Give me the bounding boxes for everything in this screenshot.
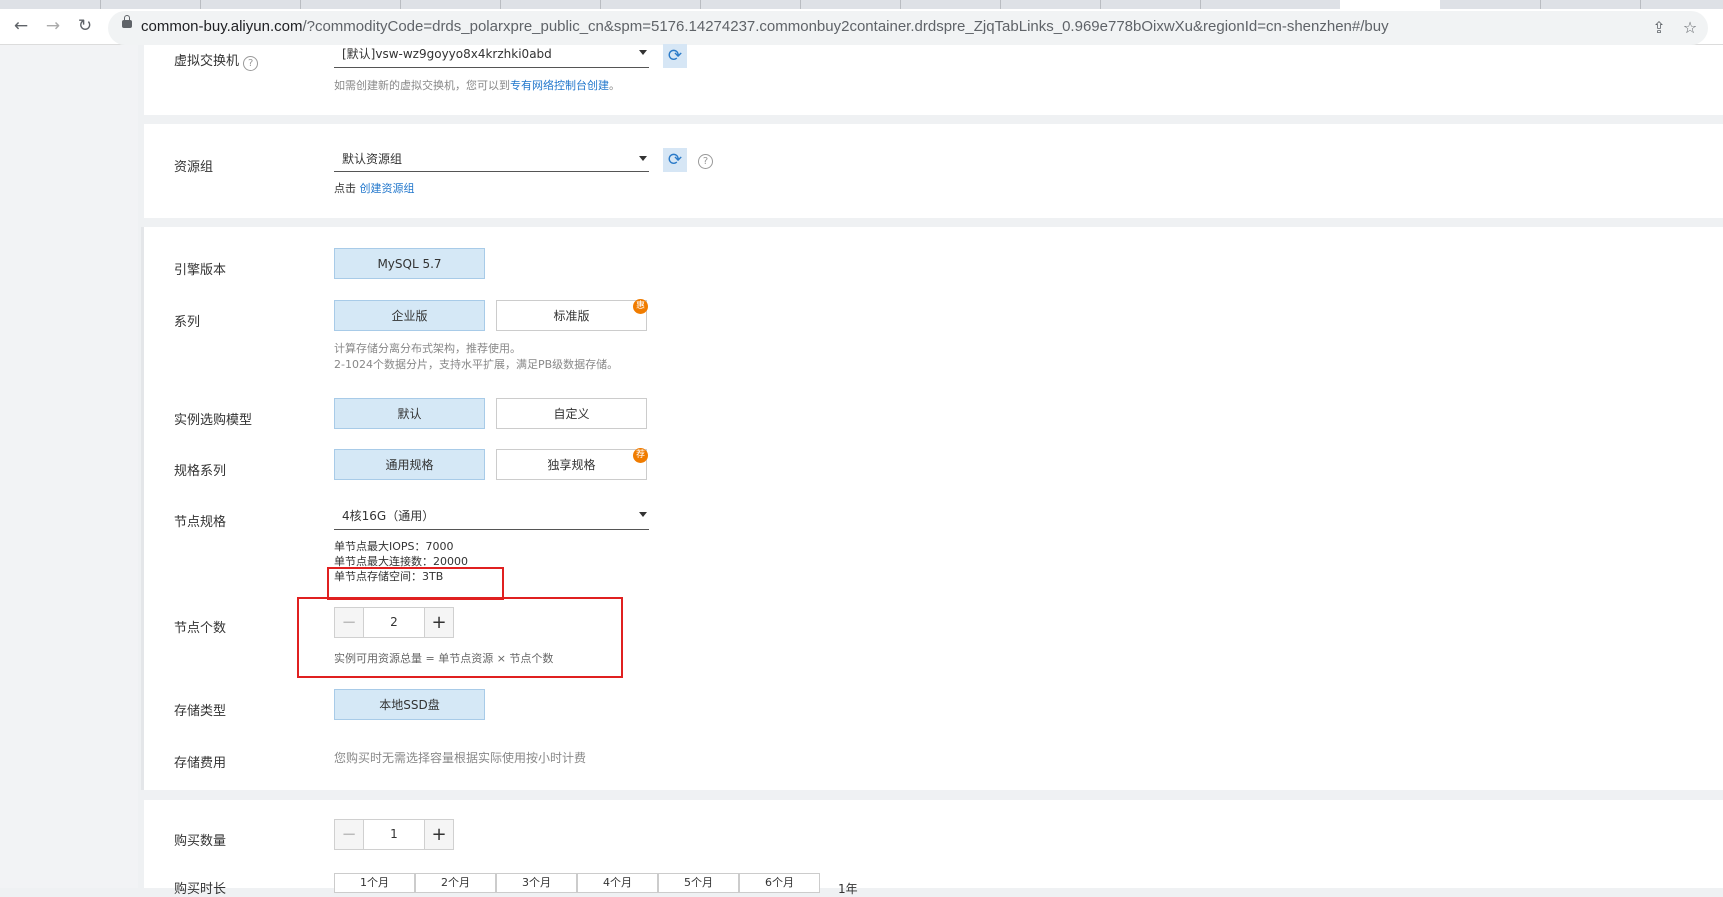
series-option-standard-label: 标准版 <box>553 309 590 323</box>
resource-group-value: 默认资源组 <box>342 152 403 166</box>
vpc-console-link[interactable]: 专有网络控制台创建 <box>510 79 609 92</box>
browser-tab[interactable] <box>400 0 501 9</box>
left-panel <box>0 45 138 888</box>
help-icon[interactable]: ? <box>698 154 713 169</box>
resource-group-hint: 点击 创建资源组 <box>334 181 415 197</box>
url-path: /?commodityCode=drds_polarxpre_public_cn… <box>302 18 1389 35</box>
series-desc-line1: 计算存储分离分布式架构，推荐使用。 <box>334 342 521 355</box>
vswitch-hint: 如需创建新的虚拟交换机，您可以到专有网络控制台创建。 <box>334 78 620 94</box>
series-option-enterprise[interactable]: 企业版 <box>334 300 485 331</box>
browser-tab[interactable] <box>600 0 701 9</box>
url-text[interactable]: common-buy.aliyun.com/?commodityCode=drd… <box>141 18 1389 35</box>
storage-type-label: 存储类型 <box>174 704 227 719</box>
storage-type-local-ssd[interactable]: 本地SSD盘 <box>334 689 485 720</box>
engine-option-mysql57[interactable]: MySQL 5.7 <box>334 248 485 279</box>
browser-tab[interactable] <box>1100 0 1201 9</box>
browser-tab[interactable] <box>100 0 201 9</box>
vswitch-label-text: 虚拟交换机 <box>174 54 240 69</box>
node-count-label: 节点个数 <box>174 621 227 636</box>
duration-option-5-months[interactable]: 5个月 <box>658 873 739 893</box>
node-spec-label: 节点规格 <box>174 515 227 530</box>
lock-icon[interactable] <box>122 15 132 28</box>
forward-icon[interactable]: → <box>43 16 63 36</box>
browser-tab[interactable] <box>500 0 601 9</box>
series-description: 计算存储分离分布式架构，推荐使用。 2-1024个数据分片，支持水平扩展，满足PB… <box>334 341 618 373</box>
node-spec-select[interactable]: 4核16G（通用） <box>334 502 649 530</box>
vswitch-value: [默认]vsw-wz9goyyo8x4krzhki0abd <box>342 47 552 61</box>
duration-option-1-month[interactable]: 1个月 <box>334 873 415 893</box>
storage-fee-label: 存储费用 <box>174 756 227 771</box>
refresh-icon[interactable]: ⟳ <box>663 148 687 172</box>
vswitch-label: 虚拟交换机 ? <box>174 50 259 71</box>
purchase-model-label: 实例选购模型 <box>174 413 253 428</box>
refresh-icon[interactable]: ⟳ <box>663 44 687 68</box>
help-icon[interactable]: ? <box>243 56 259 71</box>
browser-tab[interactable] <box>0 0 101 9</box>
engine-label: 引擎版本 <box>174 263 227 278</box>
browser-tab-active[interactable] <box>1340 0 1440 9</box>
quantity-label: 购买数量 <box>174 834 227 849</box>
vswitch-hint-suffix: 。 <box>609 79 620 92</box>
browser-tab[interactable] <box>300 0 401 9</box>
spec-series-dedicated[interactable]: 独享规格 荐 <box>496 448 648 480</box>
chevron-down-icon <box>639 512 647 517</box>
node-spec-value: 4核16G（通用） <box>342 509 435 523</box>
duration-option-2-months[interactable]: 2个月 <box>415 873 496 893</box>
annotation-box-node-count <box>297 597 623 678</box>
node-spec-iops: 单节点最大IOPS：7000 <box>334 540 454 553</box>
resource-group-hint-text: 点击 <box>334 182 356 195</box>
browser-tab[interactable] <box>700 0 801 9</box>
series-option-standard[interactable]: 标准版 惠 <box>496 299 648 331</box>
browser-tab[interactable] <box>1000 0 1101 9</box>
duration-option-3-months[interactable]: 3个月 <box>496 873 577 893</box>
browser-tab[interactable] <box>900 0 1001 9</box>
quantity-stepper[interactable]: − 1 + <box>334 819 454 850</box>
spec-series-label: 规格系列 <box>174 464 227 479</box>
chevron-down-icon <box>639 156 647 161</box>
address-bar[interactable]: common-buy.aliyun.com/?commodityCode=drd… <box>108 11 1708 45</box>
duration-option-1-year[interactable]: 1年 <box>838 880 858 897</box>
duration-option-6-months[interactable]: 6个月 <box>739 873 820 893</box>
share-icon[interactable]: ⇪ <box>1648 17 1670 39</box>
bookmark-star-icon[interactable]: ☆ <box>1679 17 1701 39</box>
spec-series-general[interactable]: 通用规格 <box>334 449 485 480</box>
chevron-down-icon <box>639 50 647 55</box>
browser-toolbar: ← → ↻ common-buy.aliyun.com/?commodityCo… <box>0 0 1723 45</box>
create-resource-group-link[interactable]: 创建资源组 <box>360 182 415 195</box>
vswitch-hint-text: 如需创建新的虚拟交换机，您可以到 <box>334 79 510 92</box>
browser-tab[interactable] <box>800 0 901 9</box>
browser-tab-strip <box>0 0 1723 9</box>
reload-icon[interactable]: ↻ <box>75 16 95 36</box>
annotation-box-storage <box>327 567 504 600</box>
quantity-plus-button[interactable]: + <box>424 820 453 849</box>
resource-group-select[interactable]: 默认资源组 <box>334 146 649 172</box>
quantity-input[interactable]: 1 <box>363 820 425 849</box>
browser-tab[interactable] <box>1200 0 1341 9</box>
quantity-minus-button[interactable]: − <box>335 820 364 849</box>
browser-tab[interactable] <box>200 0 301 9</box>
duration-option-4-months[interactable]: 4个月 <box>577 873 658 893</box>
browser-tab[interactable] <box>1540 0 1641 9</box>
recommend-badge: 荐 <box>633 448 648 463</box>
purchase-model-default[interactable]: 默认 <box>334 398 485 429</box>
spec-series-dedicated-label: 独享规格 <box>547 458 596 472</box>
browser-tab[interactable] <box>1440 0 1541 9</box>
discount-badge: 惠 <box>633 299 648 314</box>
purchase-model-custom[interactable]: 自定义 <box>496 398 647 429</box>
resource-group-label: 资源组 <box>174 160 214 175</box>
series-label: 系列 <box>174 315 201 330</box>
back-icon[interactable]: ← <box>11 16 31 36</box>
url-host: common-buy.aliyun.com <box>141 18 303 35</box>
vswitch-select[interactable]: [默认]vsw-wz9goyyo8x4krzhki0abd <box>334 45 649 68</box>
storage-fee-hint: 您购买时无需选择容量根据实际使用按小时计费 <box>334 751 587 765</box>
series-desc-line2: 2-1024个数据分片，支持水平扩展，满足PB级数据存储。 <box>334 358 619 371</box>
